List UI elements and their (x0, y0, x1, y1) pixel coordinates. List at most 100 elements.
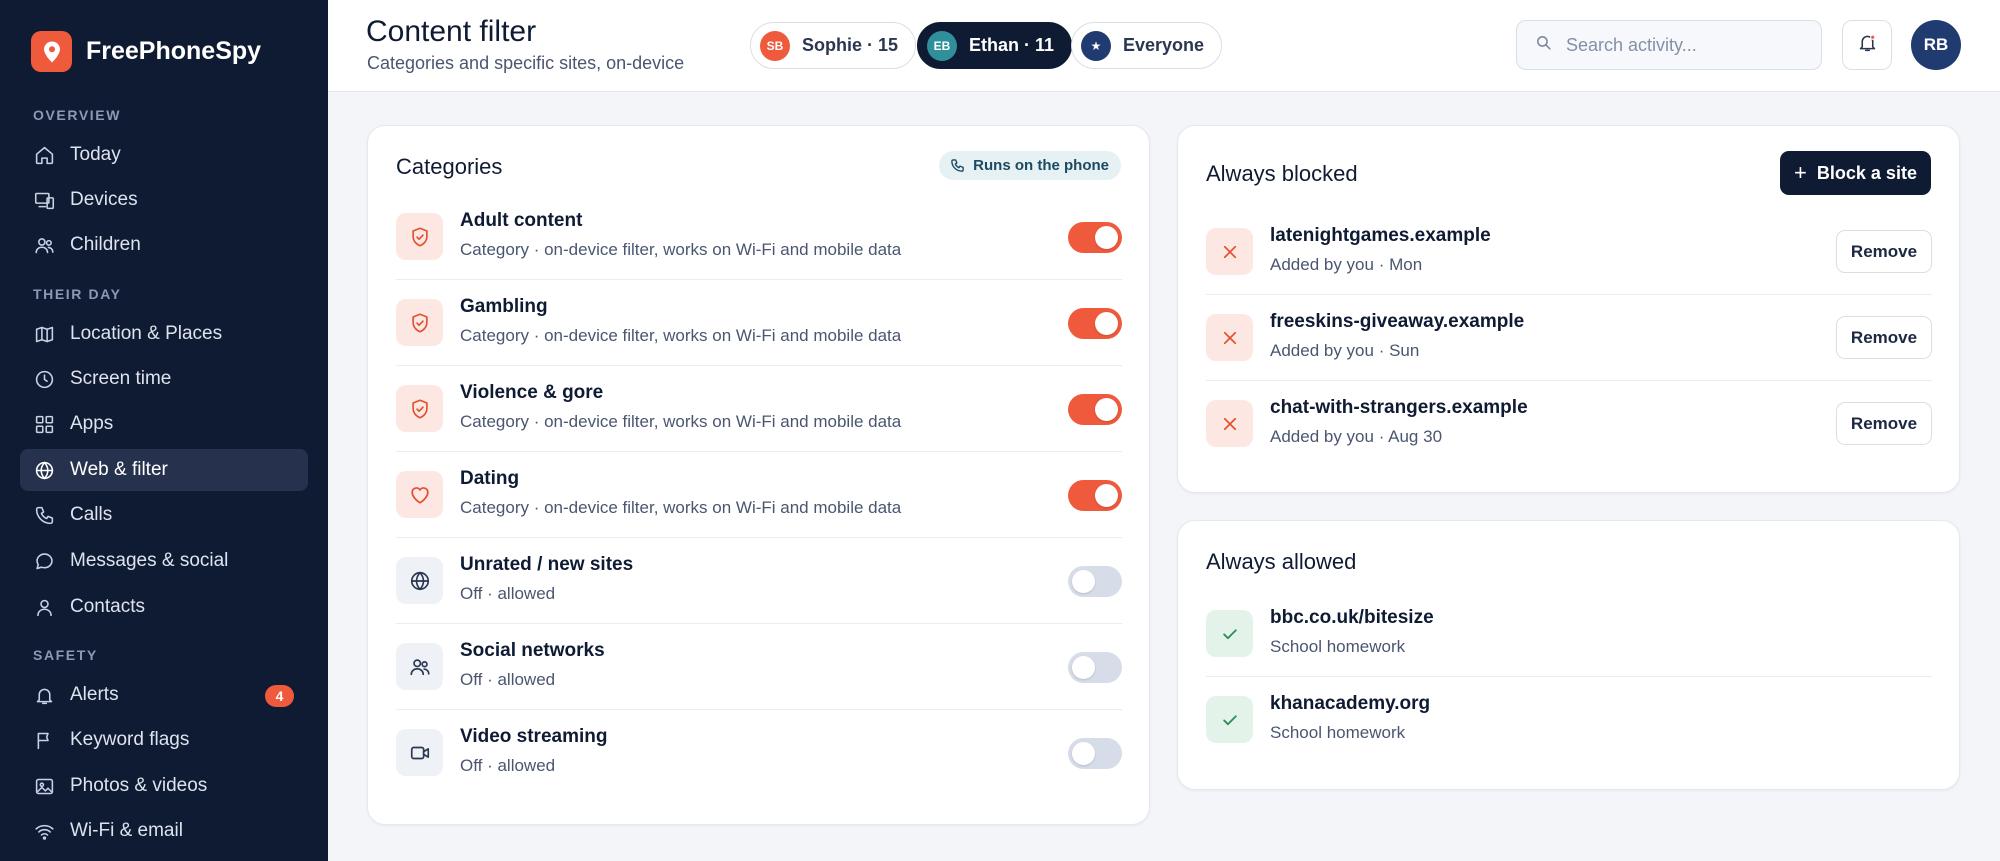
remove-button[interactable]: Remove (1836, 402, 1932, 445)
categories-card: Categories Runs on the phone Adult conte… (367, 125, 1150, 825)
child-avatar: SB (760, 30, 790, 61)
brand[interactable]: FreePhoneSpy (31, 31, 261, 72)
search-input[interactable] (1566, 34, 1806, 56)
sidebar-item-label: Photos & videos (70, 775, 208, 796)
image-icon (33, 775, 55, 797)
sidebar-item-calls[interactable]: Calls (20, 494, 308, 536)
sidebar-item-label: Web & filter (70, 459, 168, 480)
sidebar-item-keyword-flags[interactable]: Keyword flags (20, 719, 308, 761)
check-icon (1206, 696, 1253, 743)
toggle-unrated-sites[interactable] (1068, 566, 1122, 597)
sidebar-item-label: Location & Places (70, 323, 223, 344)
category-row-gambling: Gambling Category · on-device filter, wo… (396, 280, 1122, 366)
category-row-video: Video streaming Off · allowed (396, 710, 1122, 796)
site-name: latenightgames.example (1270, 225, 1491, 246)
site-name: chat-with-strangers.example (1270, 397, 1528, 418)
toggle-dating[interactable] (1068, 480, 1122, 511)
sidebar-item-web-filter[interactable]: Web & filter (20, 449, 308, 491)
toggle-violence-gore[interactable] (1068, 394, 1122, 425)
site-name: bbc.co.uk/bitesize (1270, 607, 1434, 628)
category-name: Video streaming (460, 726, 608, 747)
category-description: Off · allowed (460, 756, 556, 775)
user-icon (33, 596, 55, 618)
devices-icon (33, 189, 55, 211)
toggle-video-streaming[interactable] (1068, 738, 1122, 769)
sidebar-item-label: Children (70, 234, 141, 255)
site-meta: Added by you · Mon (1270, 255, 1423, 274)
sidebar-item-photos[interactable]: Photos & videos (20, 765, 308, 807)
sidebar-item-location[interactable]: Location & Places (20, 313, 308, 355)
notifications-button[interactable] (1842, 20, 1892, 70)
sidebar-item-children[interactable]: Children (20, 224, 308, 266)
child-selector-ethan[interactable]: EB Ethan · 11 (917, 22, 1073, 69)
site-meta: School homework (1270, 637, 1406, 656)
search-box[interactable] (1516, 20, 1822, 70)
remove-button[interactable]: Remove (1836, 316, 1932, 359)
sidebar-item-today[interactable]: Today (20, 134, 308, 176)
category-name: Unrated / new sites (460, 554, 634, 575)
site-meta: Added by you · Sun (1270, 341, 1420, 360)
category-name: Violence & gore (460, 382, 604, 403)
category-row-unrated: Unrated / new sites Off · allowed (396, 538, 1122, 624)
nav-section-overview: OVERVIEW (33, 107, 122, 123)
chat-icon (33, 550, 55, 572)
bell-icon (33, 684, 55, 706)
plus-icon: + (1794, 160, 1807, 185)
always-allowed-card: Always allowed bbc.co.uk/bitesize School… (1177, 520, 1960, 790)
badge-label: Runs on the phone (973, 157, 1109, 174)
close-icon (1206, 314, 1253, 361)
category-name: Adult content (460, 210, 583, 231)
categories-title: Categories (396, 154, 503, 179)
blocked-site-row: latenightgames.example Added by you · Mo… (1206, 209, 1932, 295)
toggle-adult-content[interactable] (1068, 222, 1122, 253)
globe-icon (396, 557, 443, 604)
sidebar-item-label: Today (70, 144, 121, 165)
allowed-site-row: khanacademy.org School homework (1206, 677, 1932, 763)
sidebar-item-label: Calls (70, 504, 113, 525)
child-selector-sophie[interactable]: SB Sophie · 15 (750, 22, 917, 69)
close-icon (1206, 228, 1253, 275)
child-label: Ethan · 11 (969, 35, 1055, 55)
block-site-button[interactable]: + Block a site (1780, 151, 1931, 195)
category-description: Off · allowed (460, 584, 556, 603)
toggle-gambling[interactable] (1068, 308, 1122, 339)
page-subtitle: Categories and specific sites, on-device (367, 53, 685, 73)
child-label: Sophie · 15 (802, 35, 899, 55)
sidebar-item-screen-time[interactable]: Screen time (20, 358, 308, 400)
shield-icon (396, 299, 443, 346)
always-blocked-title: Always blocked (1206, 161, 1358, 186)
user-avatar[interactable]: RB (1911, 20, 1961, 70)
bell-icon (1857, 32, 1878, 58)
category-row-adult: Adult content Category · on-device filte… (396, 194, 1122, 280)
runs-on-phone-badge: Runs on the phone (939, 151, 1121, 180)
sidebar-item-label: Apps (70, 413, 114, 434)
site-meta: Added by you · Aug 30 (1270, 427, 1443, 446)
phone-icon (951, 159, 964, 172)
sidebar-item-messages[interactable]: Messages & social (20, 540, 308, 582)
category-row-social: Social networks Off · allowed (396, 624, 1122, 710)
sidebar-item-label: Messages & social (70, 550, 229, 571)
heart-icon (396, 471, 443, 518)
nav-section-their-day: THEIR DAY (33, 286, 122, 302)
sidebar-item-label: Keyword flags (70, 729, 190, 750)
sidebar-item-devices[interactable]: Devices (20, 179, 308, 221)
sidebar-item-contacts[interactable]: Contacts (20, 586, 308, 628)
toggle-social-networks[interactable] (1068, 652, 1122, 683)
sidebar: FreePhoneSpy OVERVIEW Today Devices Chil… (0, 0, 328, 861)
remove-button[interactable]: Remove (1836, 230, 1932, 273)
star-icon: ★ (1081, 30, 1111, 61)
child-selector-everyone[interactable]: ★ Everyone (1071, 22, 1223, 69)
sidebar-item-wifi-email[interactable]: Wi-Fi & email (20, 810, 308, 852)
sidebar-item-alerts[interactable]: Alerts 4 (20, 674, 308, 716)
sidebar-item-apps[interactable]: Apps (20, 403, 308, 445)
category-description: Category · on-device filter, works on Wi… (460, 240, 902, 259)
search-icon (1535, 34, 1552, 56)
map-icon (33, 323, 55, 345)
sidebar-item-label: Alerts (70, 684, 119, 705)
sidebar-item-label: Contacts (70, 596, 145, 617)
video-icon (396, 729, 443, 776)
category-description: Category · on-device filter, works on Wi… (460, 412, 902, 431)
site-name: khanacademy.org (1270, 693, 1431, 714)
always-allowed-title: Always allowed (1206, 549, 1357, 574)
category-description: Category · on-device filter, works on Wi… (460, 498, 902, 517)
